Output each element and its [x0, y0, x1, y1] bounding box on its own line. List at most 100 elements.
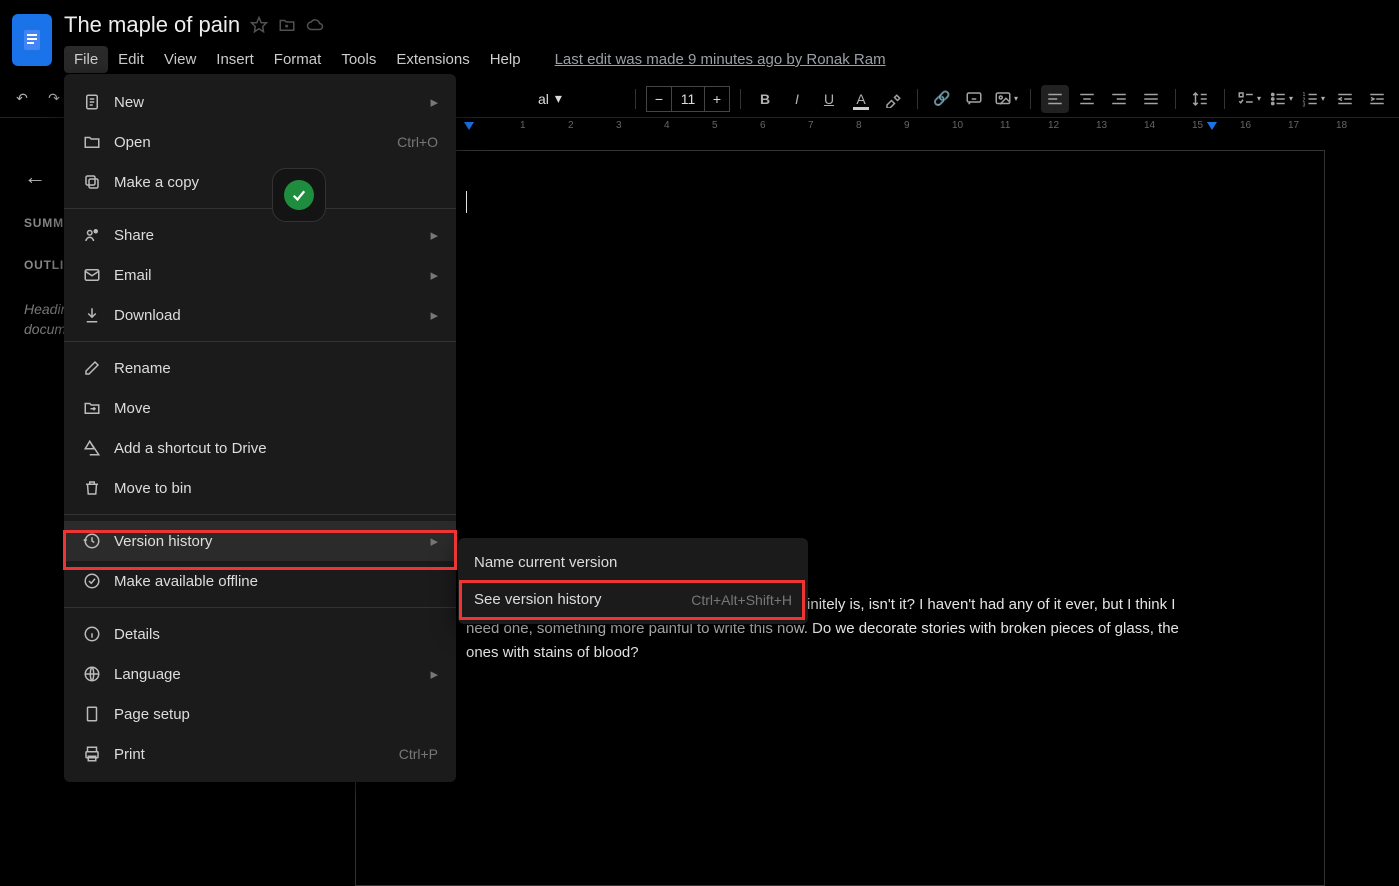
document-title[interactable]: The maple of pain	[64, 10, 240, 40]
file-menu-item[interactable]: Make available offline	[64, 561, 456, 601]
undo-button[interactable]: ↶	[8, 85, 36, 113]
file-menu-item[interactable]: Move	[64, 388, 456, 428]
comment-button[interactable]	[960, 85, 988, 113]
align-right-button[interactable]	[1105, 85, 1133, 113]
ruler-tick: 5	[712, 120, 718, 131]
file-menu-item[interactable]: Page setup	[64, 694, 456, 734]
move-to-folder-icon[interactable]	[278, 16, 296, 34]
highlight-button[interactable]	[879, 85, 907, 113]
menu-item-label: Email	[114, 267, 430, 284]
menu-extensions[interactable]: Extensions	[386, 46, 479, 73]
document-canvas[interactable]: I was just thinking if tattoos are painf…	[355, 150, 1325, 886]
download-icon	[82, 305, 102, 325]
ruler-tick: 8	[856, 120, 862, 131]
move-icon	[82, 398, 102, 418]
last-edit-link[interactable]: Last edit was made 9 minutes ago by Rona…	[555, 51, 886, 68]
file-menu-item[interactable]: Version history▸	[64, 521, 456, 561]
info-icon	[82, 624, 102, 644]
chevron-right-icon: ▸	[430, 93, 438, 111]
menu-file[interactable]: File	[64, 46, 108, 73]
email-icon	[82, 265, 102, 285]
font-size-minus[interactable]: −	[646, 86, 672, 112]
menu-format[interactable]: Format	[264, 46, 332, 73]
menu-item-label: Move	[114, 400, 438, 417]
menu-item-label: Details	[114, 626, 438, 643]
menu-item-label: Add a shortcut to Drive	[114, 440, 438, 457]
file-menu-item[interactable]: Add a shortcut to Drive	[64, 428, 456, 468]
chevron-right-icon: ▸	[430, 532, 438, 550]
ruler-tick: 16	[1240, 120, 1251, 131]
ruler-tick: 17	[1288, 120, 1299, 131]
chevron-right-icon: ▸	[430, 665, 438, 683]
see-version-history-item[interactable]: See version history Ctrl+Alt+Shift+H	[458, 581, 808, 618]
file-menu-item[interactable]: OpenCtrl+O	[64, 122, 456, 162]
file-menu-item[interactable]: Share▸	[64, 215, 456, 255]
align-left-button[interactable]	[1041, 85, 1069, 113]
link-button[interactable]: 🔗	[928, 85, 956, 113]
font-size-plus[interactable]: +	[704, 86, 730, 112]
bold-button[interactable]: B	[751, 85, 779, 113]
font-size-value[interactable]: 11	[672, 86, 704, 112]
menu-item-label: Rename	[114, 360, 438, 377]
share-icon	[82, 225, 102, 245]
globe-icon	[82, 664, 102, 684]
file-menu-item[interactable]: Rename	[64, 348, 456, 388]
italic-button[interactable]: I	[783, 85, 811, 113]
file-menu-item[interactable]: New▸	[64, 82, 456, 122]
paragraph-style-select[interactable]: al ▾	[530, 85, 625, 113]
ruler-tick: 1	[520, 120, 526, 131]
version-history-submenu: Name current version See version history…	[458, 538, 808, 624]
file-menu-item[interactable]: Language▸	[64, 654, 456, 694]
rename-icon	[82, 358, 102, 378]
file-menu-item[interactable]: Move to bin	[64, 468, 456, 508]
menu-view[interactable]: View	[154, 46, 206, 73]
font-size-stepper[interactable]: − 11 +	[646, 86, 730, 112]
ruler-tick: 10	[952, 120, 963, 131]
indent-increase-button[interactable]	[1363, 85, 1391, 113]
file-menu-item[interactable]: PrintCtrl+P	[64, 734, 456, 774]
ruler-tick: 12	[1048, 120, 1059, 131]
file-menu-item[interactable]: Download▸	[64, 295, 456, 335]
menu-tools[interactable]: Tools	[331, 46, 386, 73]
cloud-status-icon[interactable]	[306, 16, 324, 34]
check-icon	[284, 180, 314, 210]
paragraph-style-label: al	[538, 91, 549, 107]
ruler-tick: 14	[1144, 120, 1155, 131]
menu-help[interactable]: Help	[480, 46, 531, 73]
line-spacing-button[interactable]	[1186, 85, 1214, 113]
star-icon[interactable]	[250, 16, 268, 34]
text-color-button[interactable]: A	[847, 85, 875, 113]
ruler-tick: 15	[1192, 120, 1203, 131]
horizontal-ruler[interactable]: /* ticks rendered by binder below */ 123…	[460, 120, 1329, 136]
file-menu-dropdown: New▸OpenCtrl+OMake a copyShare▸Email▸Dow…	[64, 74, 456, 782]
menu-item-shortcut: Ctrl+O	[397, 134, 438, 150]
indent-decrease-button[interactable]	[1331, 85, 1359, 113]
title-bar: The maple of pain File Edit View Insert …	[0, 0, 1399, 70]
offline-icon	[82, 571, 102, 591]
menu-item-label: Version history	[114, 533, 430, 550]
image-button[interactable]: ▾	[992, 85, 1020, 113]
separator	[635, 89, 636, 109]
file-menu-item[interactable]: Details	[64, 614, 456, 654]
align-justify-button[interactable]	[1137, 85, 1165, 113]
checklist-button[interactable]: ▾	[1235, 85, 1263, 113]
chevron-right-icon: ▸	[430, 306, 438, 324]
indent-marker-left-icon[interactable]	[464, 122, 474, 130]
menu-insert[interactable]: Insert	[206, 46, 264, 73]
menu-item-label: Make available offline	[114, 573, 438, 590]
name-current-version-item[interactable]: Name current version	[458, 544, 808, 581]
file-menu-item[interactable]: Make a copy	[64, 162, 456, 202]
menu-item-label: Download	[114, 307, 430, 324]
indent-marker-right-icon[interactable]	[1207, 122, 1217, 130]
file-menu-item[interactable]: Email▸	[64, 255, 456, 295]
underline-button[interactable]: U	[815, 85, 843, 113]
menu-edit[interactable]: Edit	[108, 46, 154, 73]
chevron-right-icon: ▸	[430, 226, 438, 244]
numbered-list-button[interactable]: 123▾	[1299, 85, 1327, 113]
history-icon	[82, 531, 102, 551]
separator	[1175, 89, 1176, 109]
align-center-button[interactable]	[1073, 85, 1101, 113]
chevron-right-icon: ▸	[430, 266, 438, 284]
bulleted-list-button[interactable]: ▾	[1267, 85, 1295, 113]
docs-logo[interactable]	[12, 14, 52, 66]
